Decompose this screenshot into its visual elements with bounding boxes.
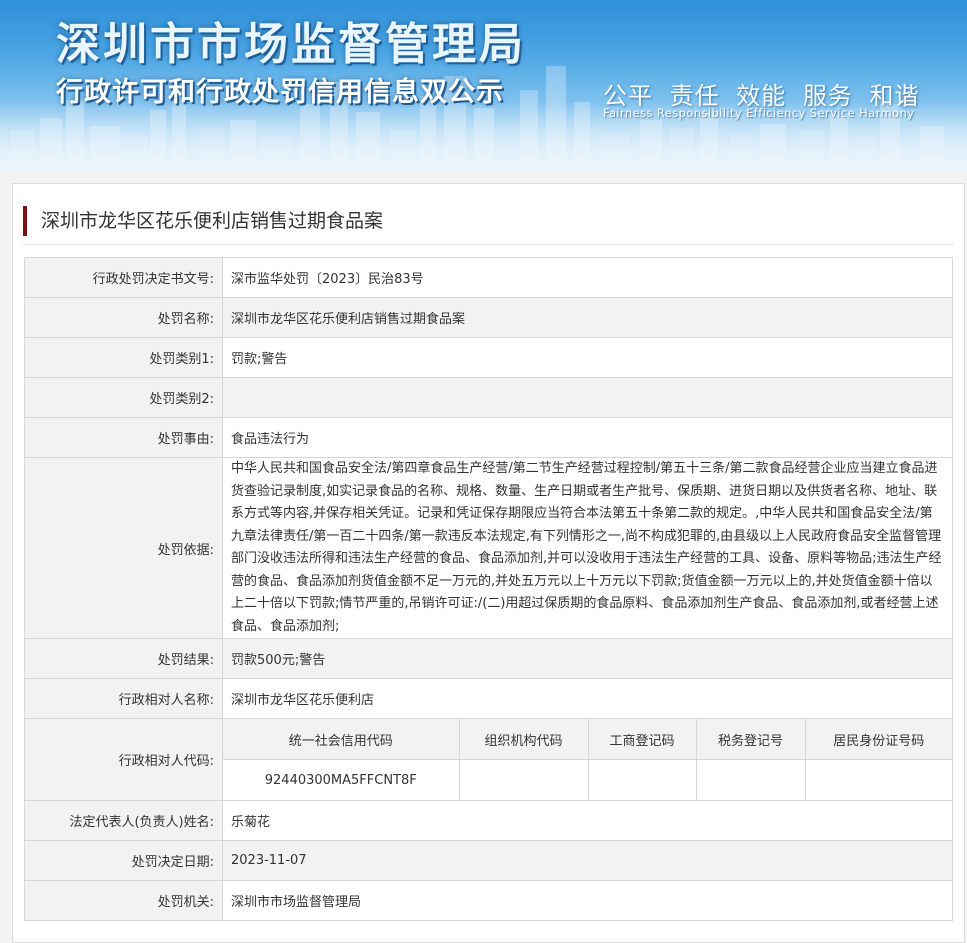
category1-value: 罚款;警告 <box>222 337 953 378</box>
party-code-cell: 统一社会信用代码 组织机构代码 工商登记码 税务登记号 居民身份证号码 9244… <box>222 718 953 801</box>
table-row: 处罚名称: 深圳市龙华区花乐便利店销售过期食品案 <box>24 297 953 338</box>
party-name-value: 深圳市龙华区花乐便利店 <box>222 678 953 719</box>
table-row: 行政处罚决定书文号: 深市监华处罚〔2023〕民治83号 <box>24 257 953 298</box>
code-value-id-card <box>805 759 952 800</box>
code-value-row: 92440300MA5FFCNT8F <box>223 759 952 800</box>
table-row: 行政相对人代码: 统一社会信用代码 组织机构代码 工商登记码 税务登记号 居民身… <box>24 718 953 801</box>
category1-label: 处罚类别1: <box>24 337 223 378</box>
code-value-org <box>459 759 589 800</box>
cause-value: 食品违法行为 <box>222 417 953 458</box>
result-value: 罚款500元;警告 <box>222 638 953 679</box>
party-code-table: 统一社会信用代码 组织机构代码 工商登记码 税务登记号 居民身份证号码 9244… <box>223 719 952 800</box>
result-label: 处罚结果: <box>24 638 223 679</box>
code-header-business-reg: 工商登记码 <box>588 719 697 760</box>
decision-date-label: 处罚决定日期: <box>24 840 223 881</box>
doc-no-value: 深市监华处罚〔2023〕民治83号 <box>222 257 953 298</box>
legal-rep-label: 法定代表人(负责人)姓名: <box>24 800 223 841</box>
basis-value: 中华人民共和国食品安全法/第四章食品生产经营/第二节生产经营过程控制/第五十三条… <box>222 457 953 639</box>
code-header-row: 统一社会信用代码 组织机构代码 工商登记码 税务登记号 居民身份证号码 <box>223 719 952 760</box>
table-row: 法定代表人(负责人)姓名: 乐菊花 <box>24 800 953 841</box>
table-row: 处罚决定日期: 2023-11-07 <box>24 840 953 881</box>
table-row: 处罚事由: 食品违法行为 <box>24 417 953 458</box>
decision-date-value: 2023-11-07 <box>222 840 953 881</box>
title-divider <box>23 244 954 245</box>
party-name-label: 行政相对人名称: <box>24 678 223 719</box>
basis-label: 处罚依据: <box>24 457 223 639</box>
case-info-table: 行政处罚决定书文号: 深市监华处罚〔2023〕民治83号 处罚名称: 深圳市龙华… <box>24 257 953 921</box>
code-header-org: 组织机构代码 <box>459 719 589 760</box>
category2-label: 处罚类别2: <box>24 377 223 418</box>
table-row: 处罚类别1: 罚款;警告 <box>24 337 953 378</box>
slogan-english: Fairness Responsibility Efficiency Servi… <box>603 106 915 120</box>
authority-value: 深圳市市场监督管理局 <box>222 880 953 921</box>
table-row: 处罚机关: 深圳市市场监督管理局 <box>24 880 953 921</box>
agency-title: 深圳市市场监督管理局 <box>56 19 526 70</box>
code-value-business-reg <box>588 759 697 800</box>
category2-value <box>222 377 953 418</box>
party-code-label: 行政相对人代码: <box>24 718 223 801</box>
table-row: 处罚结果: 罚款500元;警告 <box>24 638 953 679</box>
penalty-name-label: 处罚名称: <box>24 297 223 338</box>
table-row: 处罚类别2: <box>24 377 953 418</box>
table-row: 处罚依据: 中华人民共和国食品安全法/第四章食品生产经营/第二节生产经营过程控制… <box>24 457 953 639</box>
cause-label: 处罚事由: <box>24 417 223 458</box>
code-value-tax-reg <box>696 759 806 800</box>
legal-rep-value: 乐菊花 <box>222 800 953 841</box>
case-title: 深圳市龙华区花乐便利店销售过期食品案 <box>23 206 383 236</box>
table-row: 行政相对人名称: 深圳市龙华区花乐便利店 <box>24 678 953 719</box>
doc-no-label: 行政处罚决定书文号: <box>24 257 223 298</box>
code-header-id-card: 居民身份证号码 <box>805 719 952 760</box>
authority-label: 处罚机关: <box>24 880 223 921</box>
header-banner: 深圳市市场监督管理局 行政许可和行政处罚信用信息双公示 公平 责任 效能 服务 … <box>0 0 967 172</box>
code-header-credit: 统一社会信用代码 <box>223 719 460 760</box>
portal-subtitle: 行政许可和行政处罚信用信息双公示 <box>56 77 504 108</box>
case-detail-panel: 深圳市龙华区花乐便利店销售过期食品案 行政处罚决定书文号: 深市监华处罚〔202… <box>12 183 965 943</box>
penalty-name-value: 深圳市龙华区花乐便利店销售过期食品案 <box>222 297 953 338</box>
code-header-tax-reg: 税务登记号 <box>696 719 806 760</box>
code-value-credit: 92440300MA5FFCNT8F <box>223 759 460 800</box>
